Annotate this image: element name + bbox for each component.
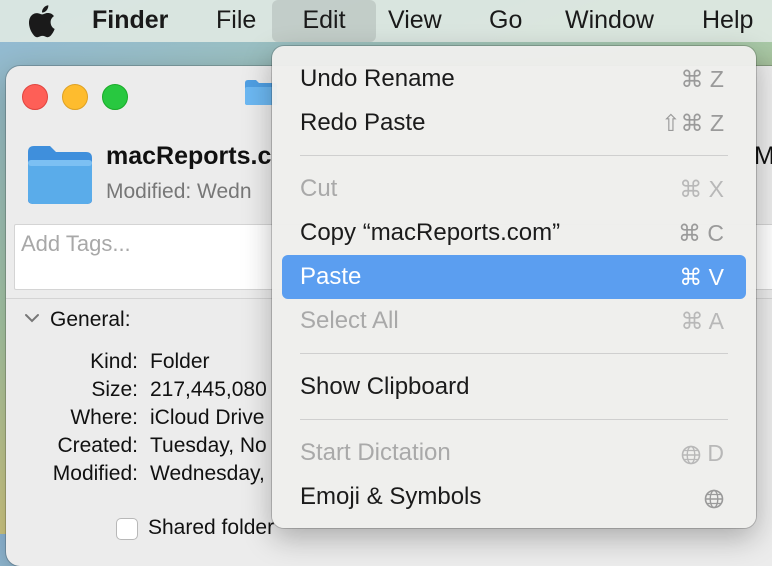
menu-item-copy[interactable]: Copy “macReports.com” ⌘ C [282, 211, 746, 255]
minimize-button[interactable] [62, 84, 88, 110]
zoom-button[interactable] [102, 84, 128, 110]
file-name: macReports.c [106, 142, 272, 170]
shared-folder-label: Shared folder [148, 516, 275, 539]
where-value: iCloud Drive [150, 406, 265, 429]
where-label: Where: [70, 406, 138, 429]
modified-label: Modified: [52, 462, 138, 485]
menu-item-label: Start Dictation [300, 439, 451, 466]
kind-value: Folder [150, 350, 210, 373]
menu-item-select-all: Select All ⌘ A [282, 299, 746, 343]
tags-placeholder: Add Tags... [21, 231, 131, 256]
menu-item-label: Undo Rename [300, 65, 455, 92]
shortcut [704, 475, 724, 519]
folder-icon [28, 146, 92, 204]
created-label: Created: [57, 434, 138, 457]
menu-window[interactable]: Window [565, 0, 654, 42]
size-value: 217,445,080 [150, 378, 267, 401]
modified-value: Wednesday, [150, 462, 265, 485]
menu-file[interactable]: File [216, 0, 256, 42]
menu-item-label: Show Clipboard [300, 373, 470, 400]
menu-item-start-dictation: Start Dictation D [282, 431, 746, 475]
menu-item-show-clipboard[interactable]: Show Clipboard [282, 365, 746, 409]
menu-view[interactable]: View [388, 0, 442, 42]
shortcut: ⇧⌘ Z [661, 110, 724, 136]
shortcut: ⌘ Z [680, 66, 724, 92]
size-summary: M [754, 142, 772, 170]
apple-menu-icon[interactable] [26, 4, 56, 38]
menu-item-paste[interactable]: Paste ⌘ V [282, 255, 746, 299]
size-label: Size: [91, 378, 138, 401]
menu-item-undo-rename[interactable]: Undo Rename ⌘ Z [282, 57, 746, 101]
general-section-header[interactable]: General: [50, 308, 131, 332]
menu-separator [300, 155, 728, 156]
dictation-shortcut-key: D [707, 440, 724, 466]
menu-item-label: Copy “macReports.com” [300, 219, 561, 246]
menu-separator [300, 353, 728, 354]
menu-item-label: Paste [300, 263, 362, 290]
menu-go[interactable]: Go [489, 0, 522, 42]
menu-bar: Finder File Edit View Go Window Help [0, 0, 772, 42]
chevron-down-icon[interactable] [24, 310, 40, 326]
shortcut: ⌘ X [679, 176, 724, 202]
menu-separator [300, 419, 728, 420]
globe-icon [681, 445, 701, 465]
globe-icon [704, 489, 724, 509]
edit-menu: Undo Rename ⌘ Z Redo Paste ⇧⌘ Z Cut ⌘ X … [272, 46, 756, 528]
shared-folder-checkbox[interactable] [116, 518, 138, 540]
modified-summary: Modified: Wedn [106, 180, 252, 203]
menu-item-label: Cut [300, 175, 338, 202]
menu-help[interactable]: Help [702, 0, 753, 42]
menu-item-label: Redo Paste [300, 109, 426, 136]
created-value: Tuesday, No [150, 434, 267, 457]
menu-item-emoji-symbols[interactable]: Emoji & Symbols [282, 475, 746, 519]
shortcut: ⌘ C [678, 220, 724, 246]
menu-edit[interactable]: Edit [272, 0, 376, 42]
menu-item-label: Select All [300, 307, 399, 334]
menu-item-label: Emoji & Symbols [300, 483, 482, 510]
menu-finder[interactable]: Finder [92, 0, 168, 42]
shortcut: D [681, 431, 724, 475]
close-button[interactable] [22, 84, 48, 110]
kind-label: Kind: [90, 350, 138, 373]
menu-item-redo-paste[interactable]: Redo Paste ⇧⌘ Z [282, 101, 746, 145]
shortcut: ⌘ A [680, 308, 724, 334]
menu-item-cut: Cut ⌘ X [282, 167, 746, 211]
shortcut: ⌘ V [679, 264, 724, 290]
